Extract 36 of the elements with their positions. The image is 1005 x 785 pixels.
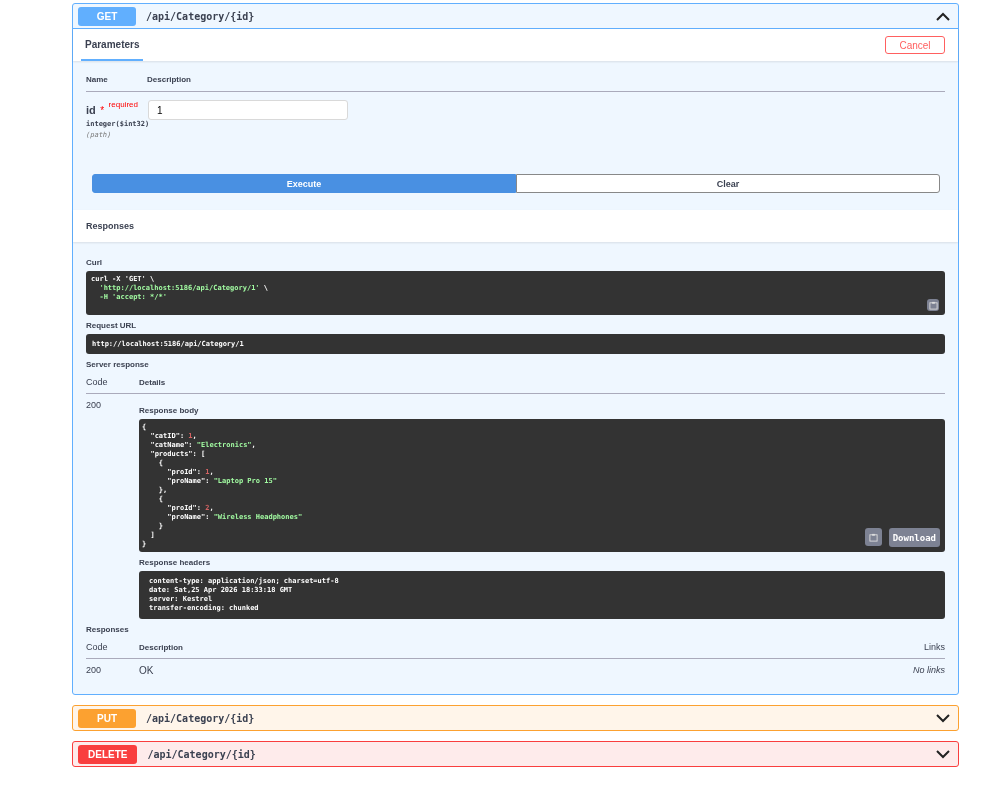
endpoint-path[interactable]: /api/Category/{id} — [146, 712, 926, 724]
parameters-tab[interactable]: Parameters — [81, 29, 144, 61]
status-code: 200 — [86, 400, 103, 412]
clear-button[interactable]: Clear — [516, 174, 940, 193]
section-label: Response body — [139, 406, 200, 415]
method-badge: PUT — [78, 708, 136, 728]
links-text: No links — [913, 665, 945, 676]
column-header: Name — [86, 75, 109, 84]
column-header: Code — [86, 377, 109, 387]
column-header: Code — [86, 642, 109, 652]
copy-icon[interactable] — [864, 528, 882, 546]
required-label: required — [108, 100, 138, 109]
endpoint-path[interactable]: /api/Category/{id} — [146, 10, 926, 22]
method-badge: DELETE — [78, 744, 138, 764]
endpoint-path[interactable]: /api/Category/{id} — [147, 748, 926, 760]
column-header: Description — [147, 75, 191, 84]
method-badge: GET — [78, 6, 136, 26]
section-label: Curl — [86, 258, 103, 267]
chevron-down-icon[interactable] — [936, 749, 950, 759]
column-header: Details — [139, 378, 166, 387]
chevron-up-icon[interactable] — [936, 11, 950, 21]
status-code: 200 — [86, 665, 103, 676]
column-header: Links — [924, 642, 945, 652]
section-heading: Responses — [86, 221, 135, 231]
section-label: Server response — [86, 360, 150, 369]
parameter-name: id — [86, 104, 96, 116]
response-description: OK — [139, 665, 155, 676]
section-label: Responses — [86, 625, 130, 634]
section-label: Request URL — [86, 321, 138, 330]
column-header: Description — [139, 643, 184, 652]
chevron-down-icon[interactable] — [936, 713, 950, 723]
copy-icon[interactable] — [927, 299, 939, 311]
id-input-field[interactable]: 1 — [148, 100, 348, 120]
section-label: Response headers — [139, 558, 212, 567]
download-button[interactable]: Download — [888, 528, 940, 547]
required-asterisk: * — [100, 105, 105, 116]
